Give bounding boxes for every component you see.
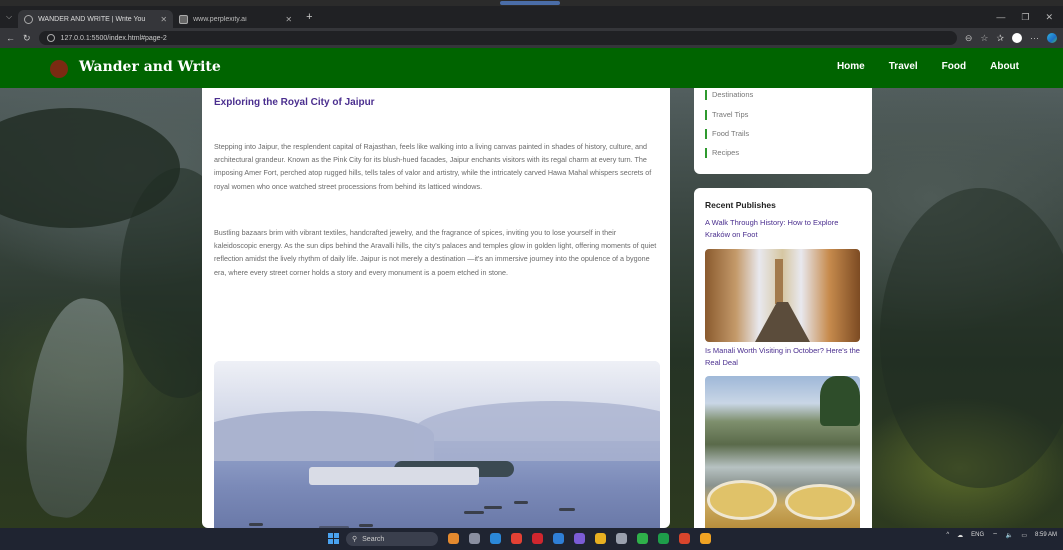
browser-tools: ⊖ ☆ ✰ ⋯ — [965, 33, 1057, 44]
image-hills — [414, 401, 660, 461]
image-food-plate — [707, 480, 777, 520]
site-navbar: Wander and Write Home Travel Food About — [0, 48, 1063, 88]
site-logo-icon[interactable] — [50, 60, 68, 78]
image-boat — [559, 508, 575, 511]
xbox-app-icon[interactable] — [658, 533, 669, 544]
url-text: 127.0.0.1:5500/index.html#page-2 — [60, 34, 167, 42]
image-street — [755, 302, 810, 342]
page-viewport: Wander and Write Home Travel Food About … — [0, 48, 1063, 528]
maximize-icon[interactable]: ❐ — [1021, 12, 1029, 23]
nav-links: Home Travel Food About — [837, 61, 1019, 72]
image-boat — [464, 511, 484, 514]
site-brand[interactable]: Wander and Write — [79, 59, 221, 75]
taskbar-search-label: Search — [362, 535, 385, 543]
file-explorer-icon[interactable] — [595, 533, 606, 544]
system-tray: ^ ☁ ENG ⌔ 🔈 ▭ 8:59 AM — [946, 531, 1057, 540]
office-app-icon[interactable] — [532, 533, 543, 544]
windows-start-icon[interactable] — [328, 533, 339, 544]
article-card: Exploring the Royal City of Jaipur Stepp… — [202, 88, 670, 528]
background-mountain — [880, 188, 1063, 488]
refresh-icon[interactable]: ↻ — [23, 33, 31, 44]
cloud-icon[interactable]: ☁ — [957, 532, 963, 539]
recent-post-link[interactable]: A Walk Through History: How to Explore K… — [705, 217, 865, 241]
globe-icon — [24, 14, 34, 24]
nav-link-home[interactable]: Home — [837, 61, 865, 72]
chrome-app-icon[interactable] — [511, 533, 522, 544]
nav-link-travel[interactable]: Travel — [889, 61, 918, 72]
tab-title: WANDER AND WRITE | Write You — [38, 15, 146, 23]
page-icon — [179, 14, 189, 24]
image-tower — [775, 259, 783, 304]
address-toolbar: ← ↻ 127.0.0.1:5500/index.html#page-2 ⊖ ☆… — [0, 28, 1063, 48]
copilot-icon[interactable] — [1047, 33, 1057, 43]
image-boat — [359, 524, 373, 527]
profile-avatar-icon[interactable] — [1012, 33, 1022, 43]
image-boat — [514, 501, 528, 504]
language-indicator[interactable]: ENG — [971, 532, 984, 538]
image-boat — [249, 523, 263, 526]
article-paragraph: Stepping into Jaipur, the resplendent ca… — [214, 142, 652, 191]
minimize-icon[interactable]: — — [996, 12, 1005, 23]
nav-link-food[interactable]: Food — [942, 61, 966, 72]
spotify-app-icon[interactable] — [637, 533, 648, 544]
recent-post-thumbnail-krakow[interactable] — [705, 249, 860, 342]
notification-pill — [500, 1, 560, 5]
recent-post-link[interactable]: Is Manali Worth Visiting in October? Her… — [705, 345, 865, 369]
browser-tab[interactable]: www.perplexity.ai ✕ — [173, 10, 298, 28]
category-link-recipes[interactable]: Recipes — [705, 148, 739, 158]
address-bar[interactable]: 127.0.0.1:5500/index.html#page-2 — [38, 31, 957, 45]
volume-icon[interactable]: 🔈 — [1006, 532, 1013, 539]
reader-icon[interactable]: ⊖ — [965, 33, 973, 44]
close-window-icon[interactable]: ✕ — [1045, 12, 1053, 23]
category-link-food-trails[interactable]: Food Trails — [705, 129, 749, 139]
close-tab-icon[interactable]: ✕ — [160, 15, 167, 24]
image-palace — [309, 467, 479, 485]
back-arrow-icon[interactable]: ← — [6, 33, 15, 43]
background-river — [15, 292, 135, 524]
brave-app-icon[interactable] — [679, 533, 690, 544]
site-info-icon[interactable] — [46, 34, 55, 42]
nav-link-about[interactable]: About — [990, 61, 1019, 72]
tray-chevron-icon[interactable]: ^ — [946, 532, 949, 538]
article-image-lake-palace — [214, 361, 660, 528]
recent-publishes-card: Recent Publishes A Walk Through History:… — [694, 188, 872, 528]
wifi-icon[interactable]: ⌔ — [992, 531, 998, 539]
image-hills — [214, 411, 434, 461]
close-tab-icon[interactable]: ✕ — [285, 15, 292, 24]
new-tab-plus-icon[interactable]: + — [298, 11, 320, 23]
battery-icon[interactable]: ▭ — [1021, 532, 1027, 539]
os-taskbar: ⚲ Search ^ ☁ ENG ⌔ 🔈 ▭ 8:59 AM — [0, 528, 1063, 550]
app-icon[interactable] — [616, 533, 627, 544]
tab-list-chevron-icon[interactable]: ⌵ — [0, 12, 18, 22]
app-icon[interactable] — [700, 533, 711, 544]
vscode-app-icon[interactable] — [553, 533, 564, 544]
recent-heading: Recent Publishes — [705, 200, 776, 210]
categories-card: Destinations Travel Tips Food Trails Rec… — [694, 88, 872, 174]
recent-post-thumbnail-manali[interactable] — [705, 376, 860, 528]
taskbar-search[interactable]: ⚲ Search — [346, 532, 438, 546]
browser-tab-bar: ⌵ WANDER AND WRITE | Write You ✕ www.per… — [0, 6, 1063, 28]
edge-app-icon[interactable] — [490, 533, 501, 544]
app-icon[interactable] — [574, 533, 585, 544]
article-title: Exploring the Royal City of Jaipur — [214, 97, 375, 108]
widget-app-icon[interactable] — [448, 533, 459, 544]
window-controls: — ❐ ✕ — [996, 12, 1063, 23]
taskbar-apps — [448, 533, 711, 544]
category-link-destinations[interactable]: Destinations — [705, 90, 753, 100]
task-view-icon[interactable] — [469, 533, 480, 544]
image-tree — [820, 376, 860, 426]
image-food-plate — [785, 484, 855, 520]
favorite-star-icon[interactable]: ☆ — [980, 33, 988, 44]
article-paragraph: Bustling bazaars brim with vibrant texti… — [214, 228, 657, 277]
image-boat — [484, 506, 502, 509]
clock[interactable]: 8:59 AM — [1035, 532, 1057, 539]
search-icon: ⚲ — [352, 536, 358, 543]
more-menu-icon[interactable]: ⋯ — [1030, 33, 1039, 44]
category-link-travel-tips[interactable]: Travel Tips — [705, 110, 748, 120]
browser-tab-active[interactable]: WANDER AND WRITE | Write You ✕ — [18, 10, 174, 28]
tab-title: www.perplexity.ai — [193, 15, 247, 23]
favorites-list-icon[interactable]: ✰ — [996, 33, 1004, 44]
